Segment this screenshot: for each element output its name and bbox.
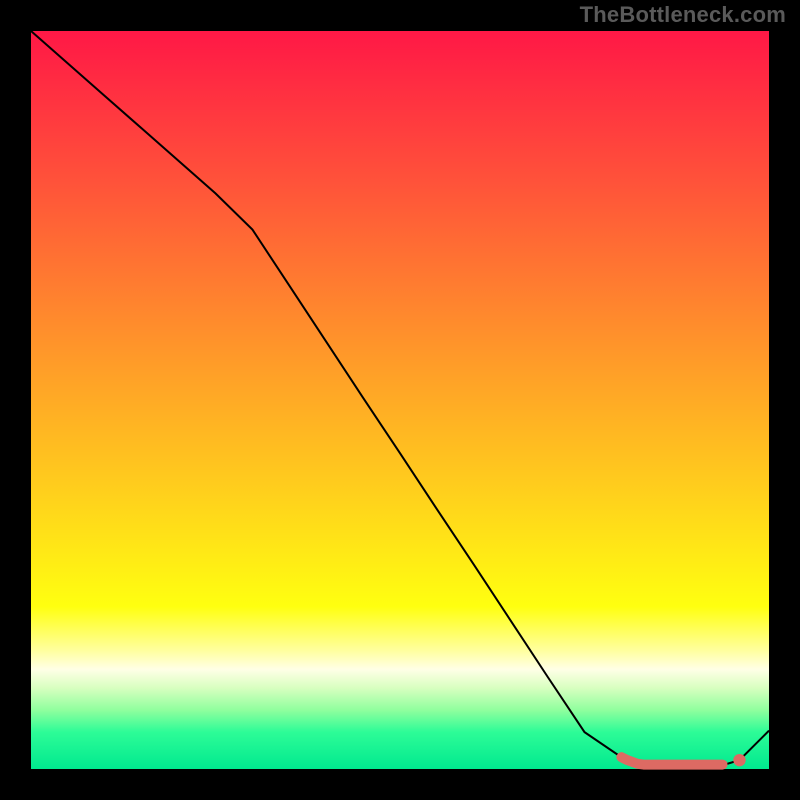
- attribution-text: TheBottleneck.com: [580, 2, 786, 28]
- highlight-dot: [733, 754, 745, 766]
- plot-background: [31, 31, 769, 769]
- chart-frame: TheBottleneck.com: [0, 0, 800, 800]
- chart-svg: [0, 0, 800, 800]
